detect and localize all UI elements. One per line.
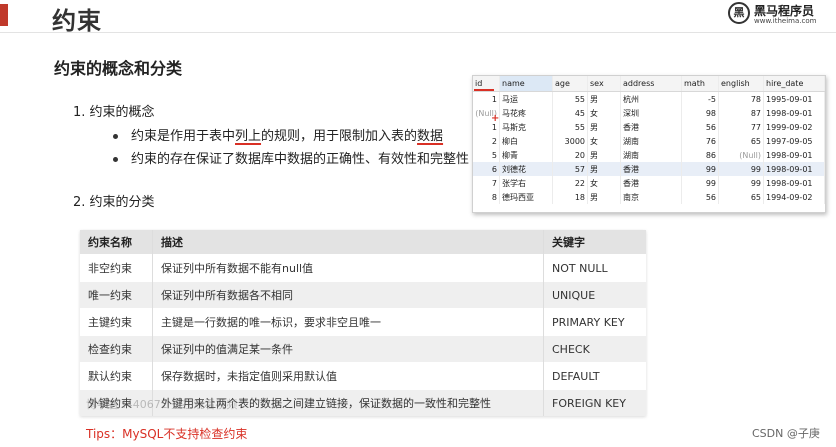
source-credit: CSDN @子庚 <box>752 427 820 440</box>
item-2-title: 2. 约束的分类 <box>73 195 155 210</box>
col-age: age <box>552 76 588 92</box>
annotation-plus-icon: + <box>491 113 500 124</box>
accent-bar <box>0 4 8 26</box>
logo-url: www.itheima.com <box>754 17 817 25</box>
page-title: 约束 <box>52 7 102 35</box>
table-row: 默认约束 保存数据时，未指定值则采用默认值 DEFAULT <box>80 362 646 390</box>
col-keyword: 关键字 <box>543 230 646 255</box>
col-sex: sex <box>587 76 621 92</box>
col-address: address <box>620 76 682 92</box>
table-row: 唯一约束 保证列中所有数据各不相同 UNIQUE <box>80 281 646 309</box>
col-name: name <box>499 76 553 92</box>
underlined-data: 数据 <box>417 129 444 144</box>
table-row: 8 德玛西亚 18 男南京 56 65 1994-09-02 <box>473 190 825 204</box>
table-row: 2 柳白 3000 女湖南 76 65 1997-09-05 <box>473 134 825 148</box>
constraint-table: 约束名称 描述 关键字 非空约束 保证列中所有数据不能有null值 NOT NU… <box>80 230 646 416</box>
table-row: 6 刘德花 57 男香港 99 99 1998-09-01 <box>473 162 825 176</box>
emp-table-screenshot: id name age sex address math english hir… <box>472 75 826 213</box>
col-english: english <box>718 76 764 92</box>
logo-mark-icon: 黑 <box>728 2 750 24</box>
col-math: math <box>681 76 719 92</box>
col-hire-date: hire_date <box>763 76 825 92</box>
table-row: (Null) 马花疼 45 女深圳 98 87 1998-09-01 <box>473 106 825 120</box>
table-row: 非空约束 保证列中所有数据不能有null值 NOT NULL <box>80 254 646 282</box>
bullet-constraint-definition: 约束是作用于表中列上的规则，用于限制加入表的数据 <box>113 125 443 144</box>
section-title: 约束的概念和分类 <box>54 59 183 78</box>
underlined-column: 列上 <box>235 129 262 144</box>
id-column-annotation <box>474 89 494 91</box>
bullet-dot-icon <box>113 157 118 162</box>
table-row: 主键约束 主键是一行数据的唯一标识，要求非空且唯一 PRIMARY KEY <box>80 308 646 336</box>
col-description: 描述 <box>152 230 544 255</box>
table-row: 1 马斯克 55 男香港 56 77 1999-09-02 <box>473 120 825 134</box>
table-row: 5 柳青 20 男湖南 86 (Null) 1998-09-01 <box>473 148 825 162</box>
item-1-title: 1. 约束的概念 <box>73 105 155 120</box>
brand-logo: 黑 黑马程序员 www.itheima.com <box>728 2 830 28</box>
bullet-dot-icon <box>113 134 118 139</box>
bullet-constraint-purpose: 约束的存在保证了数据库中数据的正确性、有效性和完整性 <box>113 148 469 167</box>
video-watermark: 博学谷 I440672 正在观看视频 <box>86 398 238 411</box>
table-row: 检查约束 保证列中的值满足某一条件 CHECK <box>80 335 646 363</box>
table-row: 1 马运 55 男杭州 -5 78 1995-09-01 <box>473 91 825 106</box>
col-constraint-name: 约束名称 <box>80 230 153 255</box>
table-header-row: 约束名称 描述 关键字 <box>80 230 646 255</box>
table-row: 7 张学右 22 女香港 99 99 1998-09-01 <box>473 176 825 190</box>
header-divider <box>0 32 836 33</box>
emp-table: id name age sex address math english hir… <box>473 76 825 204</box>
tips-note: Tips：MySQL不支持检查约束 <box>86 427 248 441</box>
